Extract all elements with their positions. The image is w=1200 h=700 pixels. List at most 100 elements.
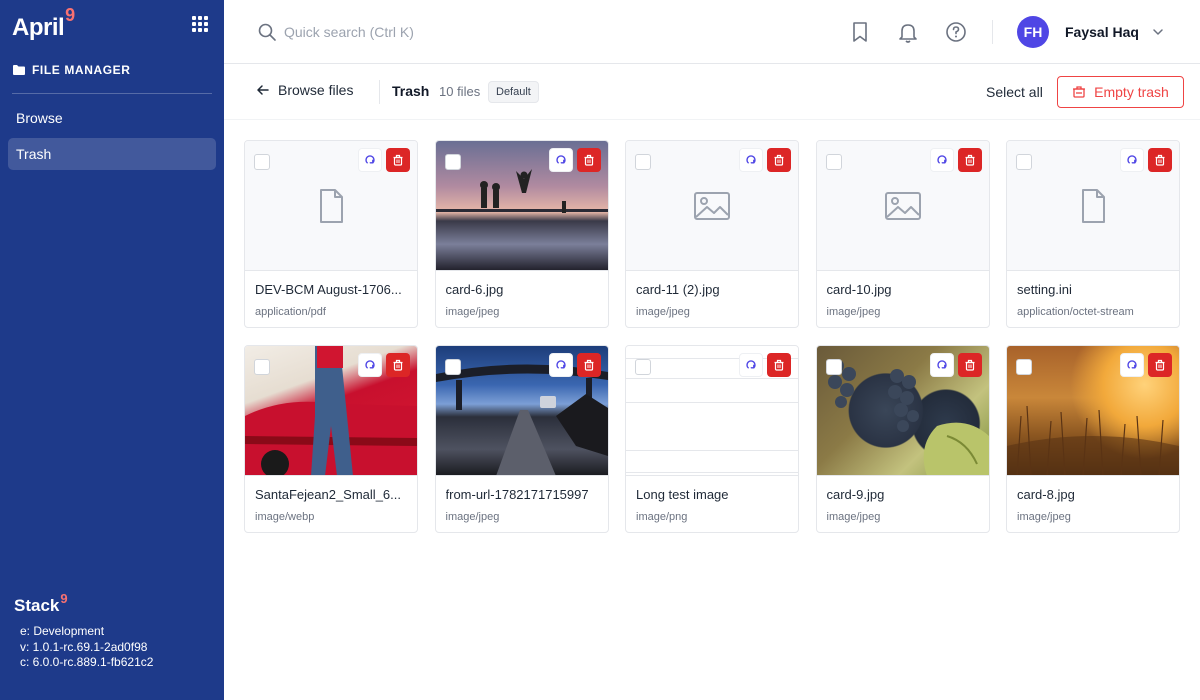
file-name: card-11 (2).jpg (636, 282, 720, 297)
delete-button[interactable] (386, 353, 410, 377)
sidebar: April 9 FILE MANAGER Browse Trash Stack … (0, 0, 224, 700)
chevron-down-icon[interactable] (1150, 24, 1166, 40)
delete-button[interactable] (957, 148, 982, 172)
file-grid: DEV-BCM August-1706... application/pdf c… (244, 140, 1180, 533)
restore-icon (1127, 360, 1137, 369)
restore-button[interactable] (358, 353, 382, 377)
restore-button[interactable] (358, 148, 382, 172)
version-info: e: Development v: 1.0.1-rc.69.1-2ad0f98 … (20, 624, 153, 671)
page-title: Trash (392, 83, 430, 99)
back-label: Browse files (278, 82, 354, 98)
file-type: image/jpeg (445, 511, 500, 523)
folder-icon (13, 65, 25, 75)
avatar[interactable]: FH (1017, 16, 1049, 48)
select-checkbox[interactable] (825, 154, 842, 170)
file-type: image/jpeg (826, 306, 881, 318)
apps-grid-icon[interactable] (192, 16, 208, 32)
file-card[interactable]: card-8.jpg image/jpeg (1006, 345, 1180, 533)
restore-button[interactable] (548, 353, 573, 377)
bell-icon[interactable] (896, 20, 920, 44)
preview-rule (626, 472, 798, 473)
file-name: card-10.jpg (826, 282, 892, 297)
search-input[interactable] (284, 18, 684, 46)
file-card[interactable]: card-9.jpg image/jpeg (815, 345, 990, 533)
file-type: image/webp (255, 511, 315, 523)
select-checkbox[interactable] (254, 359, 270, 375)
file-name: card-9.jpg (826, 487, 885, 502)
restore-button[interactable] (739, 353, 763, 377)
select-checkbox[interactable] (1016, 359, 1032, 375)
select-checkbox[interactable] (444, 154, 461, 170)
empty-trash-button[interactable]: Empty trash (1057, 76, 1184, 108)
file-name: setting.ini (1017, 282, 1072, 297)
sidebar-nav: Browse Trash (8, 102, 216, 174)
file-card[interactable]: card-11 (2).jpg image/jpeg (625, 140, 799, 328)
file-card[interactable]: DEV-BCM August-1706... application/pdf (244, 140, 418, 328)
file-name: DEV-BCM August-1706... (255, 282, 402, 297)
core-line: c: 6.0.0-rc.889.1-fb621c2 (20, 655, 154, 669)
sidebar-item-browse[interactable]: Browse (8, 102, 216, 134)
delete-button[interactable] (767, 353, 791, 377)
back-button[interactable]: Browse files (256, 82, 353, 98)
file-name: Long test image (636, 487, 729, 502)
restore-button[interactable] (929, 353, 954, 377)
file-card[interactable]: setting.ini application/octet-stream (1006, 140, 1180, 328)
delete-button[interactable] (1148, 148, 1172, 172)
app-logo-superscript: 9 (65, 5, 76, 25)
restore-icon (365, 360, 375, 369)
restore-button[interactable] (1120, 353, 1144, 377)
trash-icon (1155, 359, 1165, 371)
select-checkbox[interactable] (635, 154, 651, 170)
bookmark-icon[interactable] (848, 20, 872, 44)
stack-logo-superscript: 9 (60, 591, 68, 606)
select-checkbox[interactable] (254, 154, 270, 170)
file-card[interactable]: from-url-1782171715997 image/jpeg (434, 345, 609, 533)
trash-icon (965, 359, 974, 371)
restore-button[interactable] (929, 148, 954, 172)
restore-button[interactable] (548, 148, 573, 172)
file-name: card-8.jpg (1017, 487, 1075, 502)
select-all-button[interactable]: Select all (986, 83, 1043, 101)
select-checkbox[interactable] (1016, 154, 1032, 170)
restore-button[interactable] (739, 148, 763, 172)
trash-icon (584, 154, 593, 166)
trash-icon (965, 154, 974, 166)
delete-button[interactable] (767, 148, 791, 172)
restore-icon (936, 155, 947, 164)
select-checkbox[interactable] (444, 359, 461, 375)
restore-button[interactable] (1120, 148, 1144, 172)
delete-button[interactable] (386, 148, 410, 172)
delete-button[interactable] (576, 353, 601, 377)
sidebar-item-trash[interactable]: Trash (8, 138, 216, 170)
file-card[interactable]: card-6.jpg image/jpeg (434, 140, 609, 328)
stack-logo-text: Stack (14, 596, 60, 615)
header-divider (992, 20, 993, 44)
file-card[interactable]: Long test image image/png (625, 345, 799, 533)
trash-icon (1073, 86, 1086, 98)
file-icon (320, 188, 343, 223)
file-count: 10 files (439, 84, 481, 99)
app-logo-text: April (12, 14, 65, 41)
restore-icon (746, 360, 756, 369)
version-line: v: 1.0.1-rc.69.1-2ad0f98 (20, 639, 148, 654)
file-card[interactable]: card-10.jpg image/jpeg (815, 140, 990, 328)
restore-icon (555, 360, 566, 369)
status-badge: Default (488, 81, 539, 103)
user-name[interactable]: Faysal Haq (1065, 22, 1139, 42)
preview-rule (626, 450, 798, 451)
delete-button[interactable] (1148, 353, 1172, 377)
file-card[interactable]: SantaFejean2_Small_6... image/webp (244, 345, 418, 533)
help-icon[interactable] (944, 20, 968, 44)
top-header: FH Faysal Haq (224, 0, 1200, 64)
trash-icon (1155, 154, 1165, 166)
stack-logo: Stack 9 (14, 591, 68, 618)
select-checkbox[interactable] (635, 359, 651, 375)
restore-icon (1127, 155, 1137, 164)
delete-button[interactable] (957, 353, 982, 377)
select-checkbox[interactable] (825, 359, 842, 375)
file-type: image/png (636, 511, 688, 523)
preview-rule (626, 402, 798, 403)
delete-button[interactable] (576, 148, 601, 172)
section-title: FILE MANAGER (32, 63, 131, 77)
app-logo[interactable]: April 9 (12, 6, 75, 44)
